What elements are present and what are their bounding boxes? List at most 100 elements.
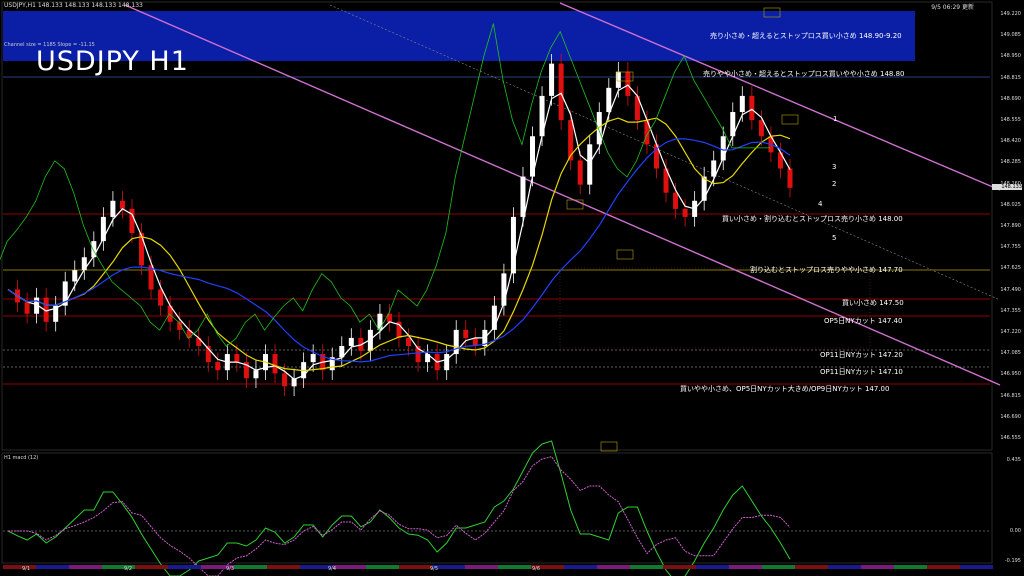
box-lwl (600, 441, 618, 452)
date-tick: 9/3 (226, 566, 235, 572)
candle-body (749, 95, 755, 121)
session-strip (333, 565, 366, 569)
session-strip (762, 565, 795, 569)
chart-title: USDJPY H1 (36, 46, 189, 77)
annotation-147-70: 割り込むとストップロス売りやや小さめ 147.70 (750, 266, 903, 274)
candle-body (625, 71, 631, 96)
candle-body (444, 354, 450, 371)
wave-label-3: 3 (832, 163, 837, 171)
macd-line (7, 440, 791, 576)
candle-body (24, 302, 30, 314)
session-strip (663, 565, 696, 569)
annotation-147-20: OP11日NYカット 147.20 (820, 351, 903, 359)
session-strip (729, 565, 762, 569)
annotation-sell-149: 売り小さめ・超えるとストップロス買い小さめ 148.90-9.20 (710, 32, 902, 40)
wave-label-5: 5 (832, 234, 837, 242)
session-strip (564, 565, 597, 569)
price-tick: 148.025 (1000, 201, 1021, 208)
annotation-sell-148-80: 売りやや小さめ・超えるとストップロス買いやや小さめ 148.80 (703, 70, 905, 78)
candle-body (215, 362, 221, 371)
candle-body (520, 176, 526, 217)
candle-body (787, 168, 793, 188)
session-strip (234, 565, 267, 569)
candle-body (129, 208, 135, 234)
candle-body (119, 200, 125, 209)
session-strip (696, 565, 729, 569)
candle-body (758, 120, 764, 137)
session-strip (36, 565, 69, 569)
candle-body (673, 192, 679, 209)
candle-body (310, 354, 316, 363)
session-strip (927, 565, 960, 569)
macd-tick: -0.195 (1004, 558, 1021, 564)
session-strip (960, 565, 993, 569)
price-tick: 146.950 (1000, 371, 1021, 378)
price-tick: 148.690 (1000, 95, 1021, 102)
price-tick: 147.890 (1000, 223, 1021, 229)
session-strip (894, 565, 927, 569)
candle-body (272, 354, 278, 374)
price-tick: 147.625 (1000, 265, 1021, 272)
annotation-147-40: OP5日NYカット 147.40 (824, 317, 903, 325)
candle-body (234, 354, 240, 363)
box-vdc (566, 199, 584, 210)
candle-body (606, 87, 612, 113)
session-strip (828, 565, 861, 569)
session-strip (366, 565, 399, 569)
candle-body (453, 329, 459, 355)
update-time: 9/5 06:29 更新 (931, 4, 974, 11)
current-price-tag: 148.133 (992, 184, 1022, 190)
candle-body (463, 329, 469, 338)
session-strip (168, 565, 201, 569)
candle-body (139, 233, 145, 266)
candle-body (348, 337, 354, 346)
price-tick: 147.355 (1000, 307, 1021, 314)
annotation-147-00: 買いやや小さめ、OP5日NYカット大きめ/OP9日NYカット 147.00 (680, 385, 890, 393)
macd-label: H1 macd (12) (4, 455, 39, 461)
price-tick: 148.555 (1000, 117, 1021, 123)
session-strip (861, 565, 894, 569)
session-strip (597, 565, 630, 569)
price-tick: 149.220 (1000, 11, 1021, 17)
date-tick: 9/6 (532, 566, 541, 572)
session-strip (498, 565, 531, 569)
price-tick: 147.085 (1000, 350, 1021, 357)
annotation-147-50: 買い小さめ 147.50 (842, 299, 904, 307)
date-tick: 9/2 (124, 566, 133, 572)
price-tick: 147.755 (1000, 244, 1021, 251)
candle-body (406, 337, 412, 346)
candle-body (558, 63, 564, 121)
symbol-info: USDJPY,H1 148.133 148.133 148.133 148.13… (4, 2, 143, 9)
price-tick: 147.490 (1000, 286, 1021, 293)
candle-body (110, 200, 116, 217)
candle-body (72, 270, 78, 282)
candle-body (568, 120, 574, 161)
session-strip (267, 565, 300, 569)
price-tick: 148.285 (1000, 159, 1021, 166)
session-strip (795, 565, 828, 569)
candle-body (682, 208, 688, 217)
session-strip (135, 565, 168, 569)
price-tick: 146.815 (1000, 392, 1021, 399)
box-d (781, 114, 799, 125)
date-tick: 9/5 (430, 566, 439, 572)
candle-body (282, 373, 288, 387)
price-tick: 147.220 (1000, 329, 1021, 335)
session-strip (69, 565, 102, 569)
price-tick: 146.555 (1000, 435, 1021, 441)
annotation-147-10: OP11日NYカット 147.10 (820, 368, 903, 376)
price-chart[interactable] (0, 0, 1024, 576)
annotation-buy-148: 買い小さめ・割り込むとストップロス売り小さめ 148.00 (722, 215, 903, 223)
date-tick: 9/4 (328, 566, 337, 572)
candle-body (253, 370, 259, 379)
price-tick: 149.085 (1000, 32, 1021, 39)
box-ydl (616, 249, 634, 260)
session-strip (3, 565, 36, 569)
price-tick: 148.815 (1000, 74, 1021, 81)
date-tick: 9/1 (22, 566, 31, 572)
candle-body (549, 63, 555, 96)
signal-line (8, 456, 791, 576)
candle-body (587, 144, 593, 185)
candle-body (615, 71, 621, 88)
wave-label-4: 4 (818, 200, 823, 208)
